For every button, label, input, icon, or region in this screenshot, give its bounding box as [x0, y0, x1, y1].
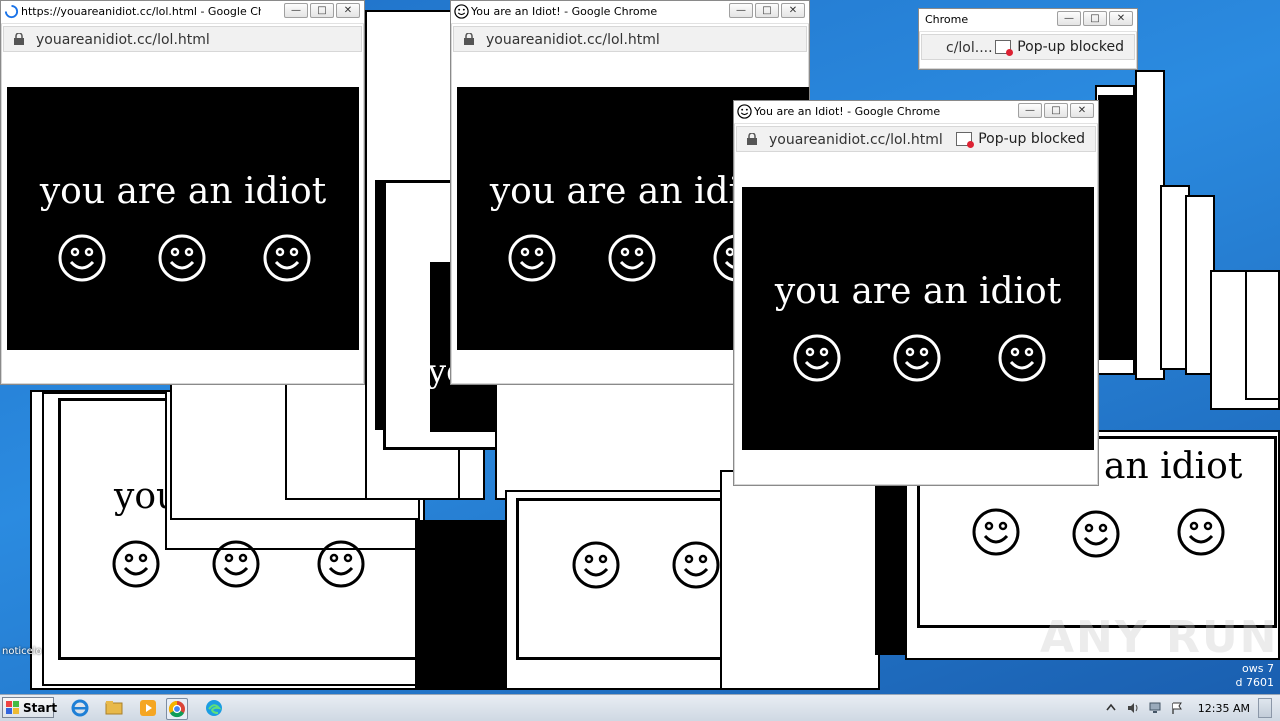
url-text: youareanidiot.cc/lol.html — [36, 32, 210, 48]
idiot-message: you are an idiot — [39, 171, 327, 212]
smiley-icon — [893, 334, 941, 382]
minimize-button[interactable]: — — [729, 3, 753, 18]
window-controls: — □ ✕ — [1018, 103, 1094, 118]
address-bar[interactable]: youareanidiot.cc/lol.html Pop-up blocked — [736, 126, 1096, 152]
smiley-icon — [317, 540, 365, 588]
maximize-button[interactable]: □ — [1044, 103, 1068, 118]
taskbar: Start 12:35 AM — [0, 694, 1280, 721]
smiley-icon — [1177, 508, 1225, 556]
minimize-button[interactable]: — — [284, 3, 308, 18]
media-player-icon[interactable] — [138, 698, 158, 718]
windows-logo-icon — [6, 701, 19, 714]
window-title: Chrome — [925, 13, 969, 26]
show-hidden-icons-icon[interactable] — [1104, 701, 1118, 715]
lock-icon — [14, 33, 24, 45]
close-button[interactable]: ✕ — [1109, 11, 1133, 26]
popup-blocked-label: Pop-up blocked — [978, 131, 1085, 147]
maximize-button[interactable]: □ — [310, 3, 334, 18]
address-bar[interactable]: youareanidiot.cc/lol.html — [453, 26, 807, 52]
stacked-popup-content — [1098, 95, 1134, 360]
window-controls: — □ ✕ — [729, 3, 805, 18]
window-controls: — □ ✕ — [284, 3, 360, 18]
title-bar[interactable]: Chrome — □ ✕ — [919, 9, 1137, 32]
minimize-button[interactable]: — — [1057, 11, 1081, 26]
smiley-icon — [998, 334, 1046, 382]
popup-blocked-icon — [956, 132, 975, 148]
network-icon[interactable] — [1148, 701, 1162, 715]
smiley-icon — [572, 541, 620, 589]
window-title: You are an Idiot! - Google Chrome — [754, 105, 941, 118]
ie-icon[interactable] — [70, 698, 90, 718]
start-label: Start — [23, 701, 58, 715]
smiley-icon — [58, 234, 106, 282]
watermark-logo: ANY RUN — [1040, 612, 1279, 663]
title-bar[interactable]: https://youareanidiot.cc/lol.html - Goog… — [1, 1, 364, 24]
chrome-window[interactable]: You are an Idiot! - Google Chrome — □ ✕ … — [733, 100, 1099, 486]
loading-spinner-icon — [4, 4, 19, 19]
desktop: you you an idiot Chrome — □ ✕ — [0, 0, 1280, 694]
smiley-icon — [158, 234, 206, 282]
address-bar[interactable]: youareanidiot.cc/lol.html — [3, 26, 362, 52]
maximize-button[interactable]: □ — [1083, 11, 1107, 26]
window-title: You are an Idiot! - Google Chrome — [471, 5, 658, 18]
url-text: c/lol.... — [946, 40, 993, 56]
smiley-icon — [112, 540, 160, 588]
stacked-popup-content — [415, 520, 515, 690]
popup-blocked-icon — [995, 40, 1014, 56]
smiley-icon — [508, 234, 556, 282]
chrome-window[interactable]: https://youareanidiot.cc/lol.html - Goog… — [0, 0, 365, 385]
volume-icon[interactable] — [1126, 701, 1140, 715]
lock-icon — [747, 133, 757, 145]
smiley-icon — [608, 234, 656, 282]
clock[interactable]: 12:35 AM — [1198, 702, 1250, 715]
lock-icon — [464, 33, 474, 45]
edge-icon[interactable] — [204, 698, 224, 718]
title-bar[interactable]: You are an Idiot! - Google Chrome — □ ✕ — [734, 101, 1098, 124]
os-version-label: ows 7 d 7601 — [1236, 662, 1274, 690]
explorer-icon[interactable] — [104, 698, 124, 718]
start-button[interactable]: Start — [2, 697, 58, 718]
chrome-window[interactable]: Chrome — □ ✕ c/lol.... Pop-up blocked — [918, 8, 1138, 70]
smiley-icon — [1072, 510, 1120, 558]
show-desktop-button[interactable] — [1258, 698, 1272, 718]
page-content[interactable]: you are an idiot — [7, 87, 359, 350]
smiley-icon — [793, 334, 841, 382]
close-button[interactable]: ✕ — [336, 3, 360, 18]
maximize-button[interactable]: □ — [755, 3, 779, 18]
chrome-icon[interactable] — [166, 698, 188, 720]
window-title: https://youareanidiot.cc/lol.html - Goog… — [21, 5, 261, 18]
idiot-message: you are an idiot — [774, 271, 1062, 312]
close-button[interactable]: ✕ — [781, 3, 805, 18]
smiley-icon — [212, 540, 260, 588]
smiley-favicon-icon — [737, 104, 752, 119]
smiley-icon — [972, 508, 1020, 556]
popup-blocked-indicator[interactable]: Pop-up blocked — [956, 131, 1085, 148]
address-bar[interactable]: c/lol.... Pop-up blocked — [921, 34, 1135, 60]
stacked-popup — [1245, 270, 1280, 400]
page-content[interactable]: you are an idiot — [742, 187, 1094, 450]
os-label-line2: d 7601 — [1235, 676, 1274, 689]
popup-blocked-indicator[interactable]: Pop-up blocked — [995, 39, 1124, 56]
smiley-icon — [263, 234, 311, 282]
smiley-icon — [672, 541, 720, 589]
stacked-popup — [720, 470, 880, 690]
smiley-favicon-icon — [454, 4, 469, 19]
window-controls: — □ ✕ — [1057, 11, 1133, 26]
action-center-flag-icon[interactable] — [1170, 701, 1184, 715]
close-button[interactable]: ✕ — [1070, 103, 1094, 118]
title-bar[interactable]: You are an Idiot! - Google Chrome — □ ✕ — [451, 1, 809, 24]
minimize-button[interactable]: — — [1018, 103, 1042, 118]
popup-blocked-label: Pop-up blocked — [1017, 39, 1124, 55]
system-tray: 12:35 AM — [1104, 695, 1280, 721]
desktop-icon-label[interactable]: noticelo — [2, 646, 42, 657]
stacked-popup — [495, 380, 735, 500]
url-text: youareanidiot.cc/lol.html — [486, 32, 660, 48]
background-popup-message: an idiot — [1104, 446, 1243, 487]
stacked-popup-content — [875, 480, 905, 655]
os-label-line1: ows 7 — [1242, 662, 1274, 675]
url-text: youareanidiot.cc/lol.html — [769, 132, 943, 148]
